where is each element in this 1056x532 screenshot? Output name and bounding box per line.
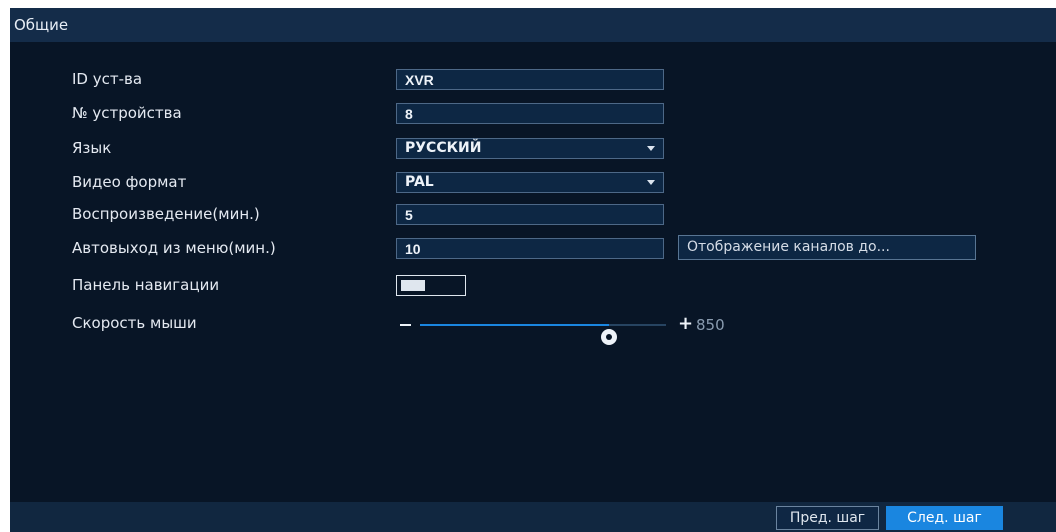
slider-track[interactable]	[420, 324, 666, 345]
mouse-speed-slider[interactable]: + 850	[396, 312, 730, 345]
video-format-label: Видео формат	[72, 173, 187, 191]
slider-fill	[420, 324, 610, 326]
minus-icon[interactable]	[400, 324, 411, 326]
chevron-down-icon	[647, 146, 655, 151]
general-settings-panel: Общие ID уст-ва № устройства Язык РУССКИ…	[10, 8, 1056, 532]
plus-icon[interactable]: +	[678, 313, 693, 335]
language-select-value: РУССКИЙ	[405, 140, 482, 156]
video-format-select-value: PAL	[405, 174, 434, 190]
auto-logout-label: Автовыход из меню(мин.)	[72, 239, 276, 257]
nav-panel-label: Панель навигации	[72, 276, 220, 294]
device-number-input[interactable]	[396, 103, 664, 124]
language-select[interactable]: РУССКИЙ	[396, 138, 664, 159]
chevron-down-icon	[647, 180, 655, 185]
title-bar: Общие	[10, 8, 1056, 42]
page-title: Общие	[14, 16, 69, 34]
mouse-speed-label: Скорость мыши	[72, 314, 197, 332]
next-step-button[interactable]: След. шаг	[886, 506, 1003, 530]
device-id-label: ID уст-ва	[72, 70, 143, 88]
channel-display-button[interactable]: Отображение каналов до...	[678, 235, 976, 260]
auto-logout-input[interactable]	[396, 238, 664, 259]
playback-label: Воспроизведение(мин.)	[72, 205, 260, 223]
prev-step-button[interactable]: Пред. шаг	[776, 506, 879, 530]
mouse-speed-value: 850	[696, 316, 725, 334]
nav-panel-toggle[interactable]	[396, 275, 466, 296]
playback-input[interactable]	[396, 204, 664, 225]
toggle-knob	[401, 280, 425, 291]
footer-bar: Пред. шаг След. шаг	[10, 502, 1056, 532]
slider-thumb[interactable]	[601, 329, 618, 345]
device-number-label: № устройства	[72, 104, 182, 122]
language-label: Язык	[72, 139, 112, 157]
video-format-select[interactable]: PAL	[396, 172, 664, 193]
device-id-input[interactable]	[396, 69, 664, 90]
